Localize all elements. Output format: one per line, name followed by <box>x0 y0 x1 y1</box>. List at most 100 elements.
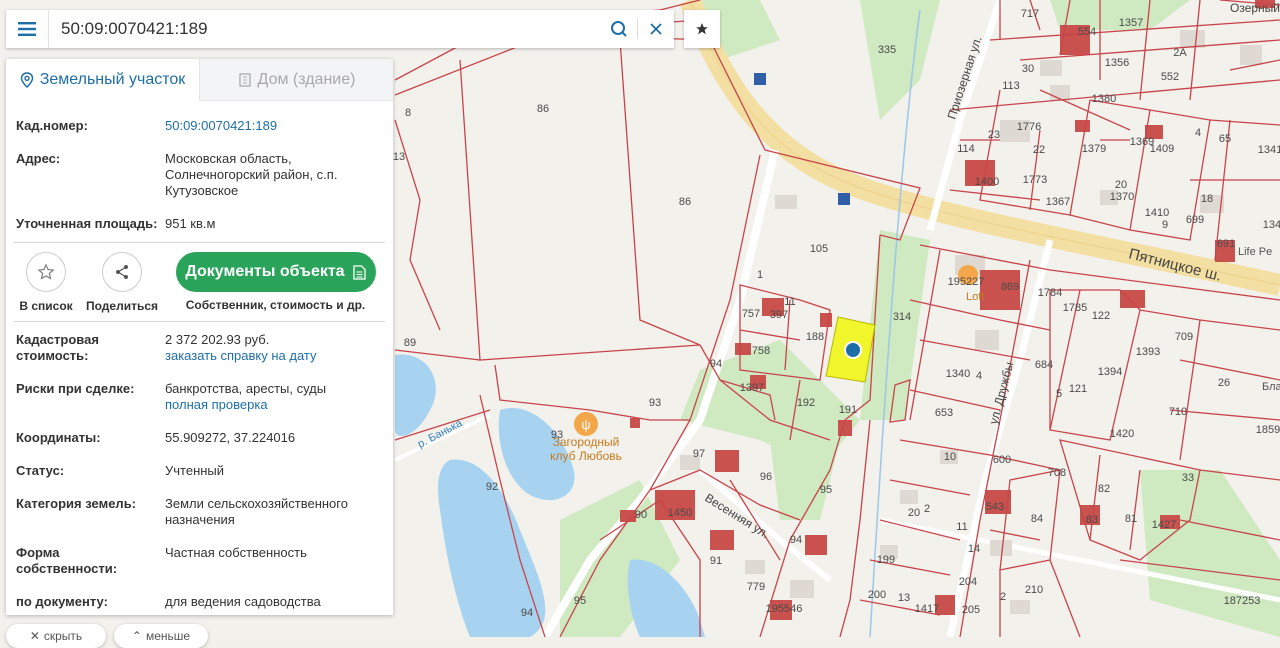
parcel-number-label: 65 <box>1219 133 1231 145</box>
parcel-number-label: 1341 <box>1258 144 1280 156</box>
area-row: Уточненная площадь: 951 кв.м <box>6 216 393 232</box>
parcel-info-panel: Земельный участок Дом (здание) Кад.номер… <box>6 59 393 615</box>
documents-button[interactable]: Документы объекта <box>175 252 376 292</box>
parcel-number-label: 23 <box>988 129 1000 141</box>
parcel-number-label: 82 <box>1098 483 1110 495</box>
coordinates-value: 55.909272, 37.224016 <box>165 430 296 445</box>
parcel-number-label: 91 <box>710 555 722 567</box>
documents-sub-label: Собственник, стоимость и др. <box>185 298 366 312</box>
hamburger-icon <box>18 22 36 36</box>
parcel-number-label: 114 <box>957 143 975 155</box>
parcel-number-label: 4 <box>976 370 982 382</box>
less-label: меньше <box>145 629 191 643</box>
parcel-number-label: 1340 <box>946 368 970 380</box>
hide-panel-button[interactable]: ✕ скрыть <box>6 624 106 648</box>
parcel-number-label: 1859 <box>1256 424 1280 436</box>
parcel-number-label: 1370 <box>1110 191 1134 203</box>
land-category-value: Земли сельскохозяйственного назначения <box>165 496 383 528</box>
ownership-label: Форма собственности: <box>16 545 165 577</box>
parcel-number-label: 758 <box>752 345 770 357</box>
star-outline-icon <box>37 263 55 280</box>
ownership-label-line: собственности: <box>16 561 118 576</box>
parcel-number-label: 1417 <box>915 603 939 615</box>
parcel-number-label: 30 <box>1022 63 1034 75</box>
full-check-link[interactable]: полная проверка <box>165 397 383 413</box>
search-input[interactable]: 50:09:0070421:189 <box>49 19 601 39</box>
map-pin-icon <box>20 72 33 88</box>
parcel-number-label: 543 <box>986 501 1004 513</box>
menu-button[interactable] <box>6 10 49 48</box>
parcel-number-label: 97 <box>693 448 705 460</box>
clear-search-button[interactable] <box>638 10 674 48</box>
parcel-number-label: 684 <box>1035 359 1053 371</box>
add-to-list-button[interactable] <box>26 252 66 292</box>
favorites-button[interactable] <box>684 10 720 48</box>
cad-number-label: Кад.номер: <box>16 118 88 133</box>
parcel-number-label: 86 <box>537 103 549 115</box>
parcel-number-label: 653 <box>935 407 953 419</box>
restaurant-poi-icon[interactable]: ψ <box>574 412 598 436</box>
area-label: Уточненная площадь: <box>16 216 158 231</box>
hide-panel-label: скрыть <box>43 629 83 643</box>
tab-house[interactable]: Дом (здание) <box>200 59 393 101</box>
parcel-number-label: 20 <box>908 507 920 519</box>
parcel-number-label: 2 <box>1000 591 1006 603</box>
parcel-number-label: 709 <box>1175 331 1193 343</box>
order-certificate-link[interactable]: заказать справку на дату <box>165 348 383 364</box>
tab-land-parcel[interactable]: Земельный участок <box>6 59 200 101</box>
parcel-number-label: 1367 <box>1046 196 1070 208</box>
parcel-number-label: 1450 <box>668 507 692 519</box>
parcel-number-label: 13 <box>898 592 910 604</box>
parcel-number-label: 14 <box>968 543 980 555</box>
parcel-number-label: 89 <box>404 337 416 349</box>
land-category-line: Земли сельскохозяйственного <box>165 496 348 511</box>
add-to-list-action[interactable]: В список <box>6 252 86 313</box>
parcel-number-label: 11 <box>784 296 795 308</box>
risk-value: банкротства, аресты, суды полная проверк… <box>165 381 383 413</box>
parcel-number-label: 195227 <box>948 276 985 288</box>
parcel-number-label: 779 <box>747 581 765 593</box>
parcel-number-label: 204 <box>959 576 977 588</box>
parcel-number-label: 1409 <box>1150 143 1174 155</box>
parcel-number-label: 717 <box>1021 8 1039 20</box>
poi-label-club: клуб Любовь <box>550 449 622 463</box>
parcel-number-label: 11 <box>956 521 967 533</box>
permitted-use-label: по документу: <box>16 594 108 609</box>
search-button[interactable] <box>601 10 637 48</box>
land-category-label: Категория земель: <box>16 496 137 511</box>
permitted-use-row: по документу: для ведения садоводства <box>6 594 393 610</box>
cad-number-link[interactable]: 50:09:0070421:189 <box>165 118 383 134</box>
parcel-number-label: 757 <box>742 308 760 320</box>
location-marker[interactable] <box>844 341 862 359</box>
parcel-number-label: 554 <box>1078 26 1096 38</box>
parcel-number-label: 1410 <box>1145 207 1169 219</box>
parcel-number-label: 121 <box>1069 383 1087 395</box>
share-action[interactable]: Поделиться <box>86 252 158 313</box>
address-line: Солнечногорский район, с.п. <box>165 167 338 182</box>
parcel-number-label: 5 <box>1056 388 1062 400</box>
parcel-number-label: 210 <box>1025 584 1043 596</box>
parcel-number-label: 1 <box>757 269 763 281</box>
add-to-list-label: В список <box>19 299 73 313</box>
address-label: Адрес: <box>16 151 61 166</box>
parcel-number-label: 83 <box>1086 514 1098 526</box>
parcel-number-label: 1356 <box>1105 57 1129 69</box>
street-label-ozerny: Озерный <box>1230 1 1280 15</box>
parcel-number-label: 90 <box>635 509 647 521</box>
parcel-number-label: 205 <box>962 604 980 616</box>
address-value: Московская область, Солнечногорский райо… <box>165 151 383 199</box>
risk-row: Риски при сделке: банкротства, аресты, с… <box>6 381 393 413</box>
less-button[interactable]: ⌃ меньше <box>114 624 208 648</box>
parcel-number-label: 191 <box>839 404 857 416</box>
poi-label-zagorodny: Загородный <box>553 435 620 449</box>
parcel-number-label: 22 <box>1033 144 1045 156</box>
tab-house-label: Дом (здание) <box>257 70 356 88</box>
status-label: Статус: <box>16 463 65 478</box>
cost-amount: 2 372 202.93 руб. <box>165 332 270 347</box>
share-button[interactable] <box>102 252 142 292</box>
parcel-number-label: 8 <box>405 107 411 119</box>
parcel-number-label: 2A <box>1173 47 1187 59</box>
parcel-number-label: 20 <box>1115 179 1127 191</box>
search-bar: 50:09:0070421:189 <box>6 10 674 48</box>
parcel-number-label: 4 <box>1195 127 1201 139</box>
